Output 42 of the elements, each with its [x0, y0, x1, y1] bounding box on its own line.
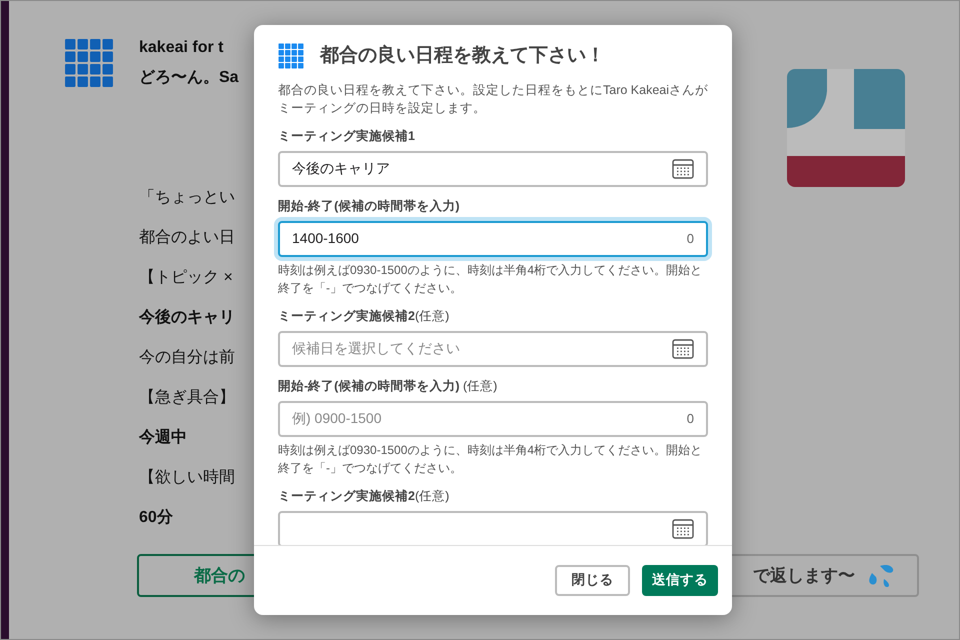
character-counter: 0: [686, 410, 694, 428]
date-field[interactable]: 候補日を選択してください: [278, 330, 708, 366]
character-counter: 0: [686, 230, 694, 248]
grid-logo-icon: [278, 43, 304, 70]
modal-description: 都合の良い日程を教えて下さい。設定した日程をもとにTaro Kakeaiさんがミーティングの日時を設定します。: [278, 82, 708, 116]
optional-note: (任意): [462, 378, 498, 394]
field-label: ミーティング実施候補2: [278, 488, 415, 504]
field-value: 今後のキャリア: [292, 159, 391, 178]
app-name: kakeai for t: [139, 38, 224, 58]
field-label: 開始-終了(候補の時間帯を入力): [278, 198, 460, 214]
close-button[interactable]: 閉じる: [555, 565, 630, 596]
message-line: 【トピック ×: [139, 268, 233, 288]
message-line: 60分: [139, 508, 173, 528]
field-label: 開始-終了(候補の時間帯を入力): [278, 378, 460, 394]
submit-button[interactable]: 送信する: [642, 565, 718, 596]
message-line: 今後のキャリ: [139, 308, 235, 328]
message-line: 【欲しい時間: [139, 468, 235, 488]
message-line: 「ちょっとい: [139, 188, 235, 208]
message-line: 今週中: [139, 428, 187, 448]
field-placeholder: 例) 0900-1500: [292, 409, 383, 428]
date-field[interactable]: [278, 510, 708, 545]
sweat-drops-icon: [867, 562, 895, 588]
calendar-icon[interactable]: [672, 518, 694, 538]
message-line: 【急ぎ具合】: [139, 388, 235, 408]
time-field[interactable]: 例) 0900-1500 0: [278, 400, 708, 436]
field-placeholder: 候補日を選択してください: [292, 339, 461, 358]
greeting-text: どろ〜ん。Sa: [139, 68, 239, 88]
calendar-icon[interactable]: [672, 338, 694, 358]
field-hint: 時刻は例えば0930-1500のように、時刻は半角4桁で入力してください。開始と終了を「-」でつなげてください。: [278, 262, 704, 296]
optional-note: (任意): [414, 488, 450, 504]
field-value: 1400-1600: [292, 229, 360, 248]
field-label: ミーティング実施候補1: [278, 128, 415, 144]
grid-logo-icon: [64, 38, 114, 88]
calendar-icon[interactable]: [672, 158, 694, 178]
modal-title: 都合の良い日程を教えて下さい！: [320, 44, 605, 68]
field-label: ミーティング実施候補2: [278, 308, 415, 324]
message-line: 都合のよい日: [139, 228, 235, 248]
message-line: 今の自分は前: [139, 348, 235, 368]
date-field[interactable]: 今後のキャリア: [278, 150, 708, 186]
app-logo-icon: [787, 69, 905, 187]
optional-note: (任意): [414, 308, 450, 324]
field-hint: 時刻は例えば0930-1500のように、時刻は半角4桁で入力してください。開始と終了を「-」でつなげてください。: [278, 442, 704, 476]
